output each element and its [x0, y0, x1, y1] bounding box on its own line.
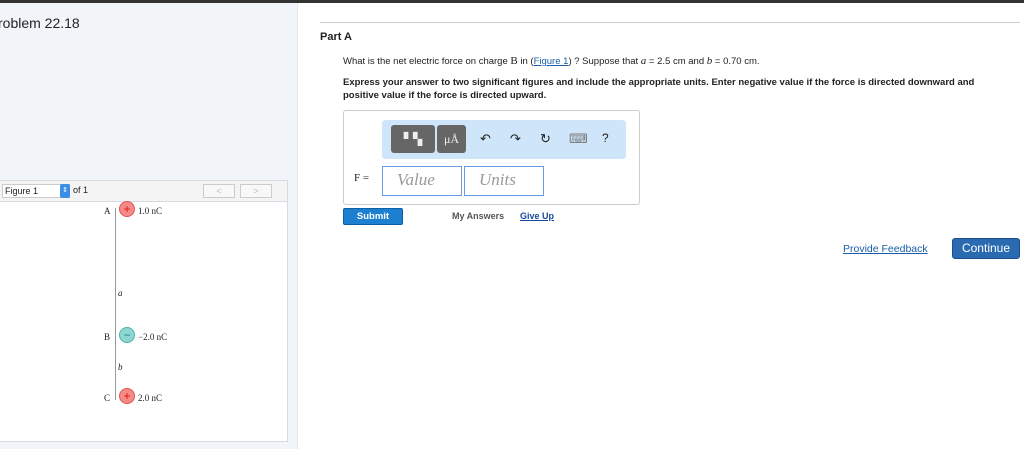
label-c: C	[104, 393, 111, 403]
distance-a: a	[118, 288, 123, 298]
distance-b: b	[118, 362, 123, 372]
part-title: Part A	[320, 31, 352, 43]
q-text: in (	[517, 56, 534, 67]
select-arrows-icon: ⇕	[60, 184, 70, 198]
positive-charge-icon: +	[119, 201, 135, 217]
units-input[interactable]: Units	[464, 166, 544, 196]
give-up-link[interactable]: Give Up	[520, 211, 554, 221]
my-answers-label[interactable]: My Answers	[452, 211, 504, 221]
redo-icon[interactable]: ↷	[510, 131, 521, 147]
charge-c-value: 2.0 nC	[138, 393, 163, 403]
keyboard-icon[interactable]: ⌨	[569, 131, 588, 147]
positive-charge-icon: +	[119, 388, 135, 404]
provide-feedback-link[interactable]: Provide Feedback	[843, 243, 928, 255]
next-figure-button[interactable]: >	[240, 184, 272, 198]
label-b: B	[104, 332, 111, 342]
continue-button[interactable]: Continue	[952, 238, 1020, 259]
instructions: Express your answer to two significant f…	[343, 77, 975, 101]
q-b-val: = 0.70 cm.	[712, 56, 760, 67]
divider	[320, 22, 1020, 23]
figure-link[interactable]: Figure 1	[534, 56, 569, 67]
label-a: A	[104, 206, 111, 216]
prev-figure-button[interactable]: <	[203, 184, 235, 198]
figure-panel: Figure 1 ⇕ of 1 < > A + 1.0 nC a B − −2.0…	[0, 180, 288, 442]
answer-label: F =	[354, 172, 370, 184]
q-charge: B	[510, 55, 518, 67]
q-a-val: = 2.5 cm and	[646, 56, 707, 67]
q-text: What is the net electric force on charge	[343, 56, 511, 67]
charge-diagram: A + 1.0 nC a B − −2.0 nC b C + 2.0 nC	[0, 201, 287, 441]
units-button[interactable]: μÅ	[437, 125, 466, 153]
axis-line	[115, 208, 116, 400]
value-input[interactable]: Value	[382, 166, 462, 196]
fraction-template-icon: ▘▚	[403, 132, 423, 146]
figure-select[interactable]: Figure 1 ⇕	[2, 184, 70, 198]
q-text: ) ? Suppose that	[568, 56, 641, 67]
problem-title: roblem 22.18	[0, 15, 80, 31]
charge-a-value: 1.0 nC	[138, 206, 163, 216]
figure-count: of 1	[73, 185, 89, 195]
negative-charge-icon: −	[119, 327, 135, 343]
undo-icon[interactable]: ↶	[480, 131, 491, 147]
answer-box: ▘▚ μÅ ↶ ↷ ↻ ⌨ ? F = Value Units	[343, 110, 640, 205]
charge-b-value: −2.0 nC	[138, 332, 168, 342]
reset-icon[interactable]: ↻	[540, 131, 551, 147]
figure-header: Figure 1 ⇕ of 1 < >	[0, 181, 287, 202]
help-icon[interactable]: ?	[602, 131, 609, 145]
submit-button[interactable]: Submit	[343, 208, 403, 225]
figure-select-value: Figure 1	[5, 186, 39, 196]
templates-button[interactable]: ▘▚	[391, 125, 435, 153]
math-toolbar: ▘▚ μÅ ↶ ↷ ↻ ⌨ ?	[382, 120, 626, 159]
question: What is the net electric force on charge…	[343, 55, 760, 67]
